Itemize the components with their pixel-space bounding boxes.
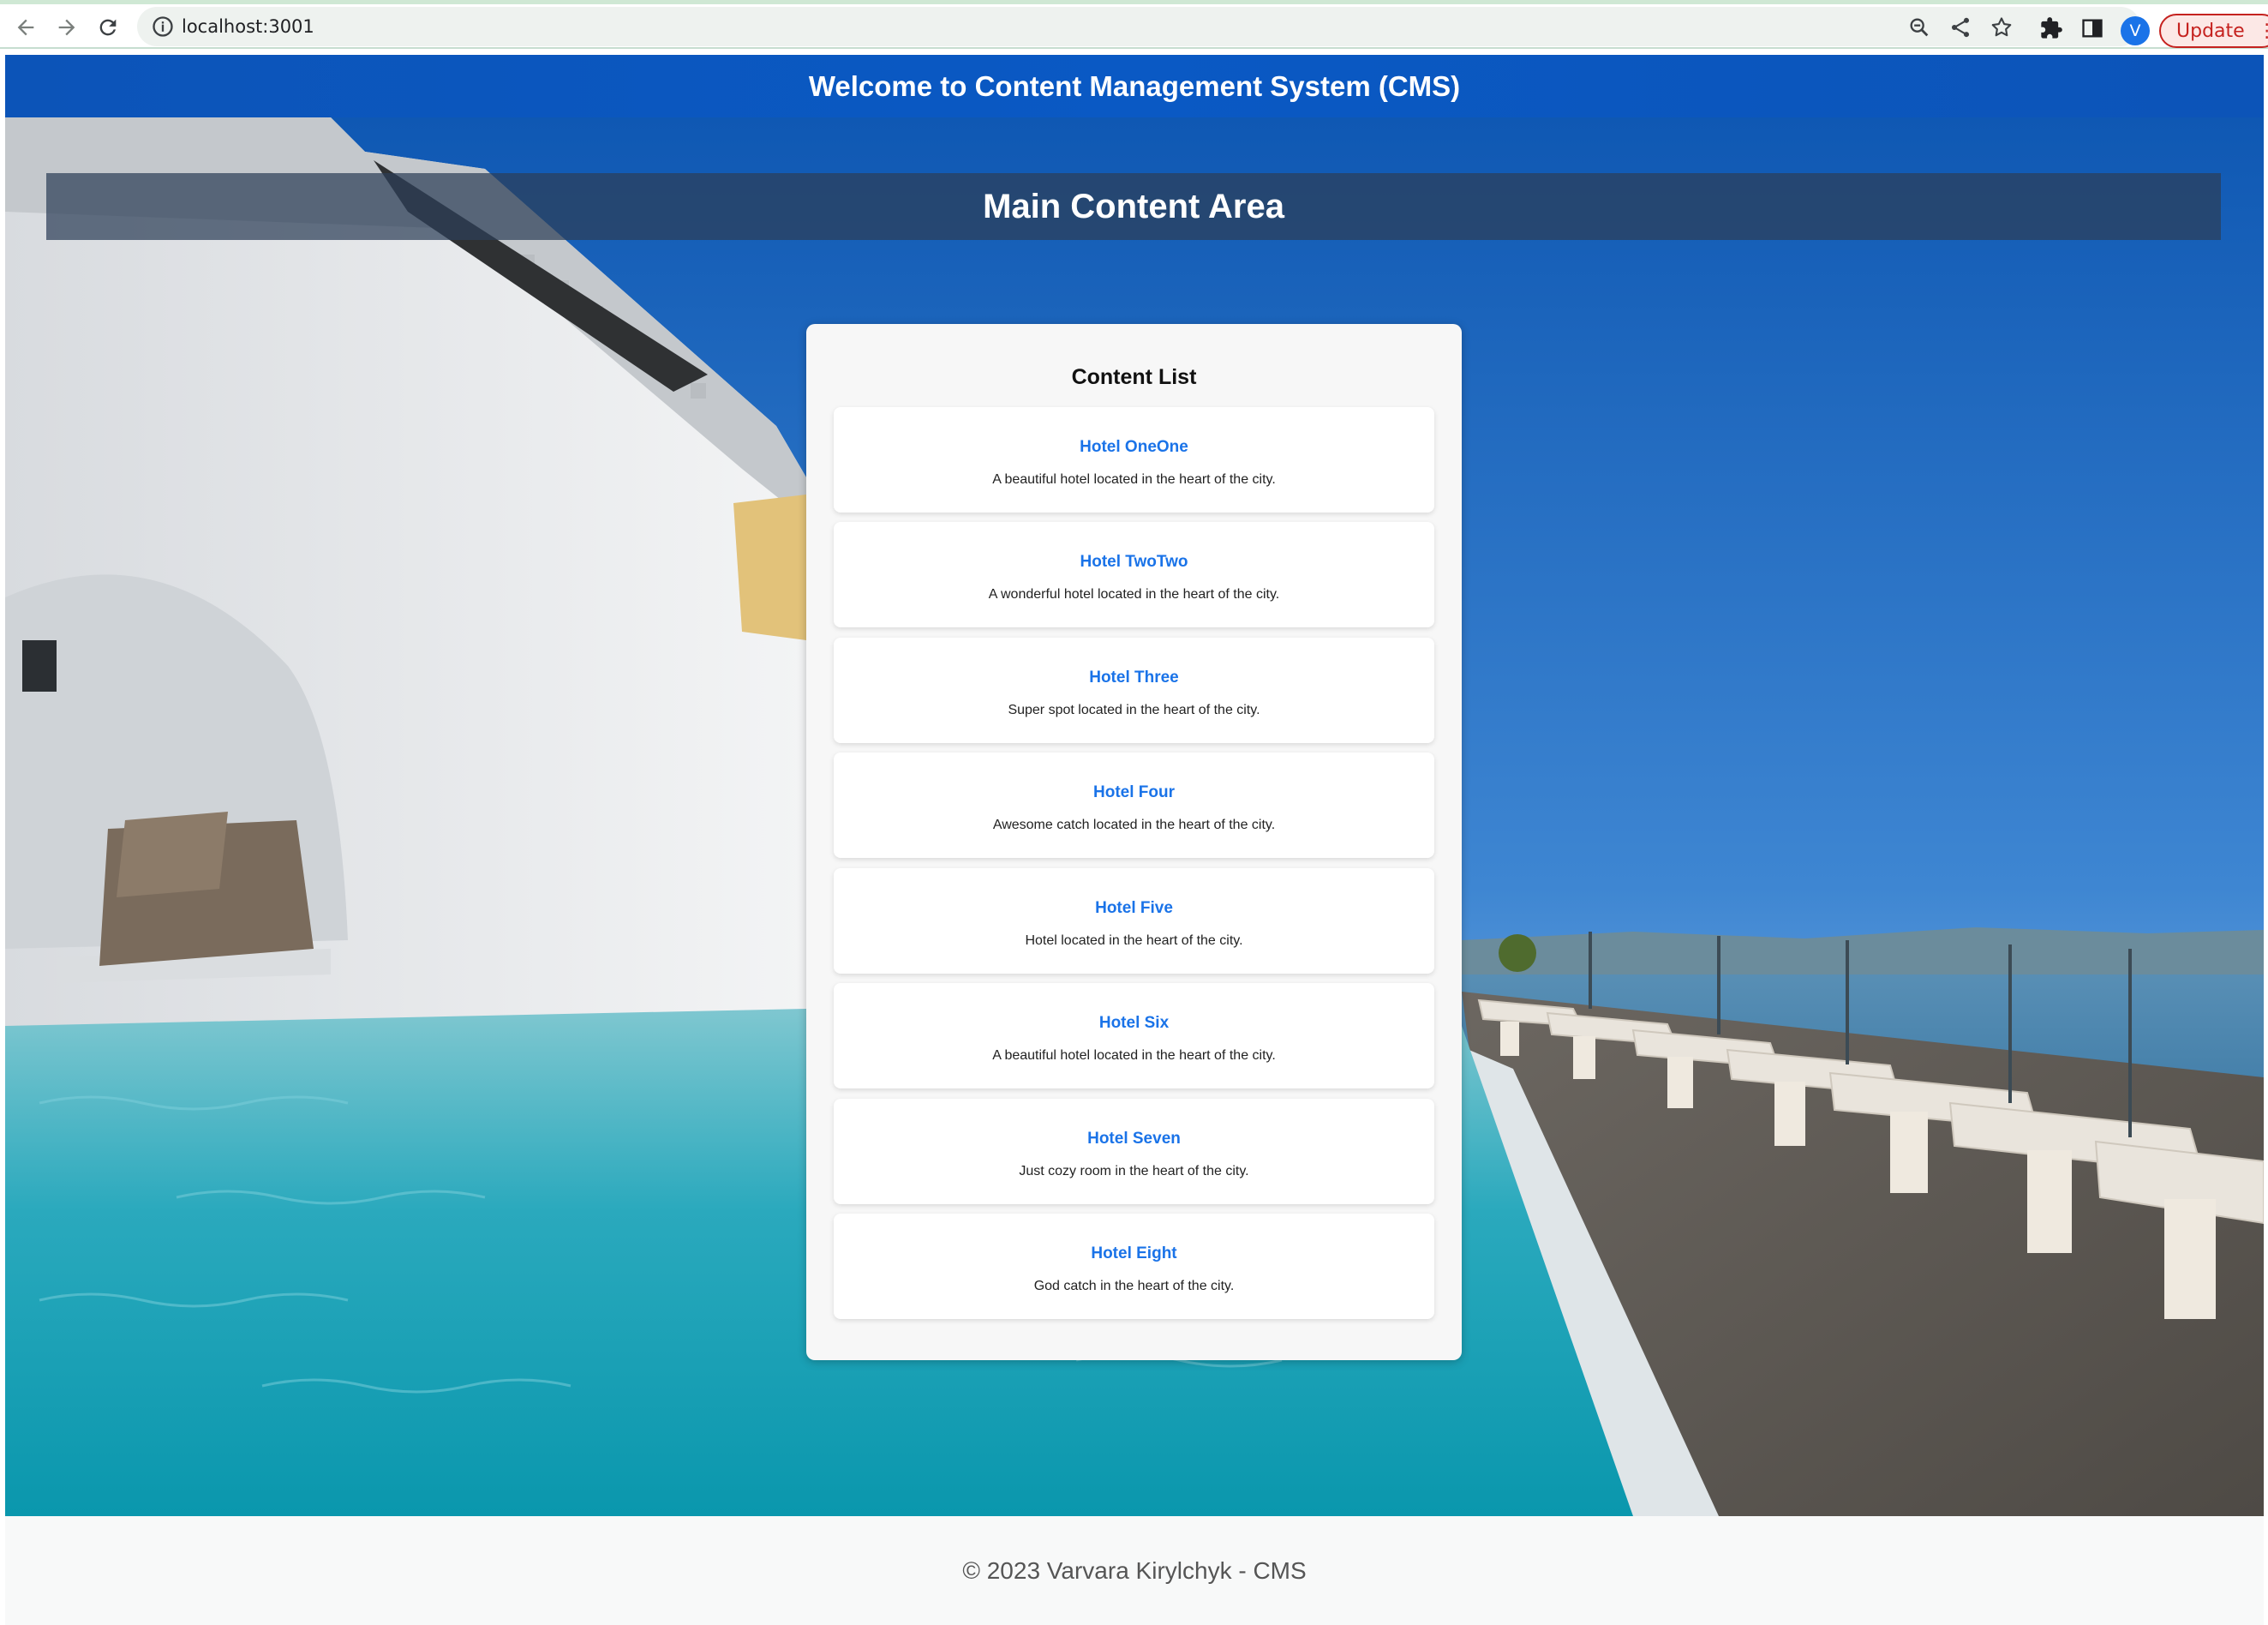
content-item-title[interactable]: Hotel TwoTwo (834, 553, 1434, 572)
content-item-title[interactable]: Hotel Five (834, 899, 1434, 918)
forward-button[interactable] (51, 12, 82, 43)
content-item-title[interactable]: Hotel Eight (834, 1244, 1434, 1263)
content-item-description: Just cozy room in the heart of the city. (1019, 1164, 1249, 1178)
content-item[interactable]: Hotel Three Super spot located in the he… (834, 638, 1434, 743)
content-list-panel: Content List Hotel OneOne A beautiful ho… (806, 324, 1462, 1360)
site-footer: © 2023 Varvara Kirylchyk - CMS (5, 1516, 2264, 1625)
footer-copyright: © 2023 Varvara Kirylchyk - CMS (962, 1556, 1307, 1584)
content-item-title[interactable]: Hotel Three (834, 669, 1434, 687)
url-text[interactable]: localhost:3001 (182, 16, 314, 37)
content-item[interactable]: Hotel OneOne A beautiful hotel located i… (834, 407, 1434, 513)
content-item[interactable]: Hotel Four Awesome catch located in the … (834, 753, 1434, 858)
extensions-icon[interactable] (2039, 16, 2063, 40)
content-item-title[interactable]: Hotel Four (834, 783, 1434, 802)
content-item-title[interactable]: Hotel OneOne (834, 438, 1434, 457)
content-list-title: Content List (1071, 365, 1197, 389)
content-item[interactable]: Hotel TwoTwo A wonderful hotel located i… (834, 522, 1434, 627)
content-item[interactable]: Hotel Six A beautiful hotel located in t… (834, 983, 1434, 1088)
content-item-description: Super spot located in the heart of the c… (1008, 703, 1260, 717)
info-icon[interactable] (151, 15, 175, 39)
page-viewport: Welcome to Content Management System (CM… (5, 55, 2264, 1625)
more-vert-icon: ⋮ (2257, 21, 2268, 42)
content-item-description: A wonderful hotel located in the heart o… (988, 587, 1280, 602)
content-item-description: God catch in the heart of the city. (1033, 1279, 1235, 1293)
reload-button[interactable] (93, 12, 123, 43)
main-title: Main Content Area (983, 187, 1284, 225)
zoom-icon[interactable] (1907, 15, 1931, 39)
share-icon[interactable] (1948, 15, 1972, 39)
side-panel-icon[interactable] (2080, 16, 2104, 40)
forward-arrow-icon (58, 19, 75, 36)
content-item-title[interactable]: Hotel Six (834, 1014, 1434, 1033)
update-button[interactable]: Update ⋮ (2159, 14, 2268, 48)
content-item[interactable]: Hotel Five Hotel located in the heart of… (834, 868, 1434, 974)
main-title-bar: Main Content Area (46, 173, 2221, 240)
content-item-description: Hotel located in the heart of the city. (1025, 933, 1243, 948)
profile-avatar[interactable]: V (2121, 16, 2150, 45)
content-item[interactable]: Hotel Eight God catch in the heart of th… (834, 1214, 1434, 1319)
back-arrow-icon (17, 19, 34, 36)
address-bar[interactable]: localhost:3001 (137, 7, 2140, 46)
content-item-description: Awesome catch located in the heart of th… (992, 818, 1276, 832)
content-item[interactable]: Hotel Seven Just cozy room in the heart … (834, 1099, 1434, 1204)
content-item-description: A beautiful hotel located in the heart o… (992, 1048, 1276, 1063)
star-icon[interactable] (1990, 15, 2014, 39)
content-item-title[interactable]: Hotel Seven (834, 1130, 1434, 1148)
hero-background: Main Content Area Content List Hotel One… (5, 117, 2264, 1516)
site-header-title: Welcome to Content Management System (CM… (808, 69, 1461, 102)
update-button-label: Update (2176, 21, 2245, 42)
reload-icon (99, 19, 117, 36)
site-header: Welcome to Content Management System (CM… (5, 55, 2264, 117)
back-button[interactable] (10, 12, 41, 43)
browser-toolbar: localhost:3001 V Update ⋮ (0, 4, 2268, 49)
content-item-description: A beautiful hotel located in the heart o… (992, 472, 1276, 487)
